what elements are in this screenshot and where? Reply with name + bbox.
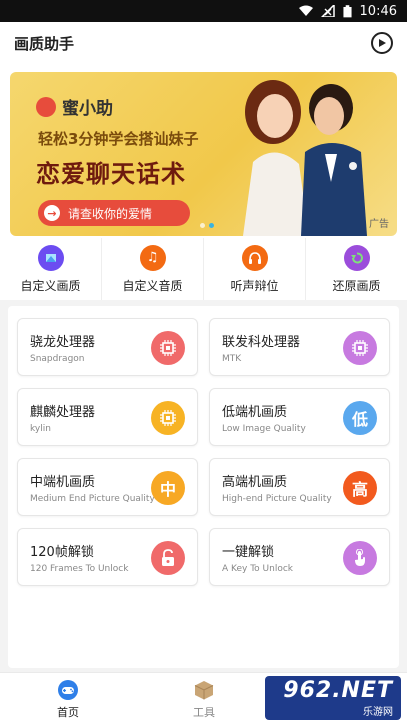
headphones-icon (241, 244, 268, 271)
card-120fps-unlock[interactable]: 120帧解锁 120 Frames To Unlock (17, 528, 198, 586)
card-low-quality[interactable]: 低端机画质 Low Image Quality 低 (209, 388, 390, 446)
brand-logo-icon (36, 96, 56, 117)
low-badge-icon: 低 (343, 401, 377, 435)
restore-icon (343, 244, 370, 271)
watermark-subtext: 乐游网 (363, 707, 393, 718)
feature-grid: 骁龙处理器 Snapdragon 联发科处理器 MTK 麒麟处理器 kylin … (17, 318, 390, 586)
brand-name: 蜜小助 (62, 99, 113, 119)
quick-action-label: 自定义画质 (20, 278, 81, 293)
quick-action-label: 自定义音质 (122, 278, 183, 293)
arrow-right-icon: → (44, 205, 60, 221)
pagination-dot-active (209, 223, 214, 228)
quick-action-custom-audio[interactable]: ♫ 自定义音质 (102, 238, 204, 300)
card-kylin[interactable]: 麒麟处理器 kylin (17, 388, 198, 446)
banner-headline: 恋爱聊天话术 (36, 160, 186, 188)
wifi-icon (298, 5, 313, 16)
quick-action-restore-quality[interactable]: 还原画质 (306, 238, 407, 300)
battery-icon (342, 4, 352, 17)
chip-icon (151, 331, 185, 365)
banner-container: 蜜小助 轻松3分钟学会搭讪妹子 恋爱聊天话术 → 请查收你的爱情 广告 (0, 64, 407, 238)
no-signal-icon (320, 5, 335, 17)
couple-illustration (243, 80, 367, 236)
card-medium-quality[interactable]: 中端机画质 Medium End Picture Quality 中 (17, 458, 198, 516)
ad-banner[interactable]: 蜜小助 轻松3分钟学会搭讪妹子 恋爱聊天话术 → 请查收你的爱情 广告 (10, 72, 397, 236)
banner-tagline: 轻松3分钟学会搭讪妹子 (38, 130, 199, 148)
quick-action-label: 听声辩位 (230, 278, 279, 293)
music-icon: ♫ (139, 244, 166, 271)
card-high-quality[interactable]: 高端机画质 High-end Picture Quality 高 (209, 458, 390, 516)
feature-panel: 骁龙处理器 Snapdragon 联发科处理器 MTK 麒麟处理器 kylin … (8, 306, 399, 668)
card-snapdragon[interactable]: 骁龙处理器 Snapdragon (17, 318, 198, 376)
tab-tools[interactable]: 工具 (136, 673, 272, 725)
status-time: 10:46 (359, 3, 397, 19)
pagination-dot (200, 223, 205, 228)
quick-actions: 自定义画质 ♫ 自定义音质 听声辩位 还原画质 (0, 238, 407, 300)
banner-pagination (200, 223, 214, 228)
tab-home[interactable]: 首页 (0, 673, 136, 725)
touch-icon (343, 541, 377, 575)
banner-brand: 蜜小助 (36, 94, 113, 119)
quick-action-label: 还原画质 (332, 278, 381, 293)
page-title: 画质助手 (14, 34, 75, 53)
high-badge-icon: 高 (343, 471, 377, 505)
quick-action-custom-video[interactable]: 自定义画质 (0, 238, 102, 300)
chip-icon (151, 401, 185, 435)
quick-action-listen-position[interactable]: 听声辩位 (204, 238, 306, 300)
tab-label: 工具 (193, 705, 215, 719)
gamepad-icon (58, 679, 78, 700)
card-mtk[interactable]: 联发科处理器 MTK (209, 318, 390, 376)
status-bar: 10:46 (0, 0, 407, 22)
video-icon (37, 244, 64, 271)
ad-tag: 广告 (369, 219, 389, 230)
site-watermark: 962.NET 乐游网 (265, 676, 401, 720)
card-one-key-unlock[interactable]: 一键解锁 A Key To Unlock (209, 528, 390, 586)
play-icon (379, 39, 386, 47)
banner-cta-label: 请查收你的爱情 (68, 206, 153, 221)
chip-icon (343, 331, 377, 365)
app-header: 画质助手 (0, 22, 407, 64)
medium-badge-icon: 中 (151, 471, 185, 505)
banner-cta-button[interactable]: → 请查收你的爱情 (38, 200, 190, 226)
watermark-text: 962.NET (283, 678, 393, 703)
unlock-icon (151, 541, 185, 575)
play-button[interactable] (371, 32, 393, 54)
box-icon (194, 680, 214, 699)
tab-label: 首页 (57, 705, 79, 719)
